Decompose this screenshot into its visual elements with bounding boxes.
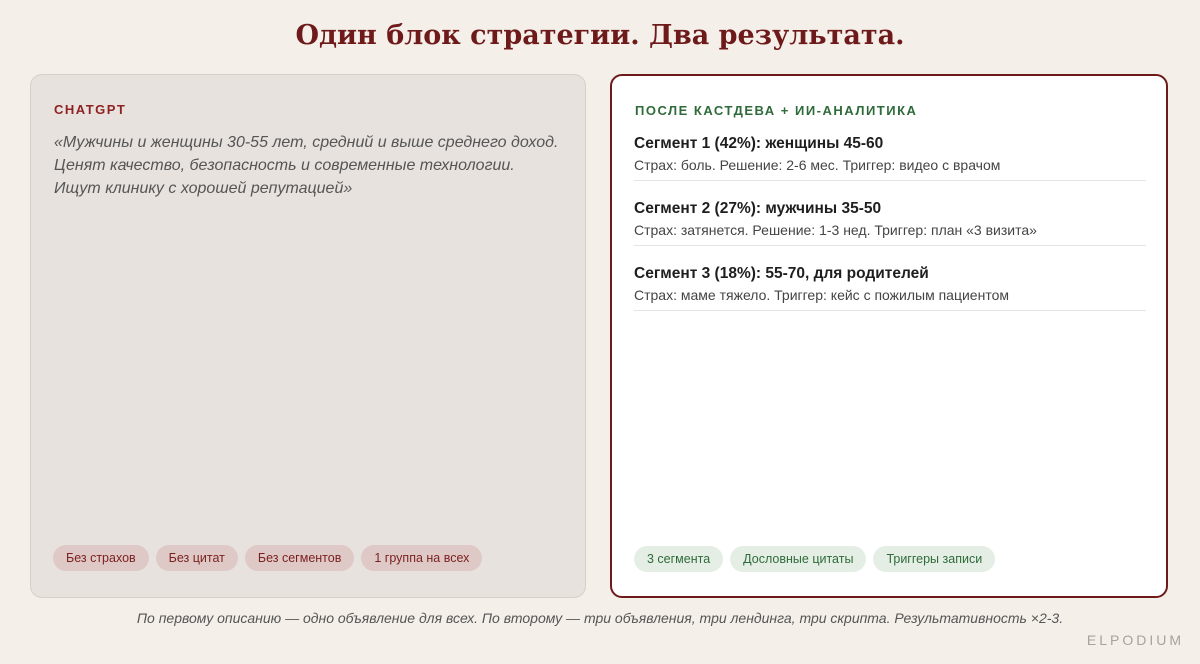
segment-title: Сегмент 3 (18%): 55-70, для родителей (634, 265, 929, 282)
segment-item: Сегмент 2 (27%): мужчины 35-50 Страх: за… (634, 195, 1146, 246)
segment-title: Сегмент 1 (42%): женщины 45-60 (634, 135, 884, 152)
tag: Триггеры записи (873, 546, 996, 572)
segment-description: Страх: маме тяжело. Триггер: кейс с пожи… (634, 287, 1009, 303)
tag: 1 группа на всех (361, 545, 483, 571)
custdev-card: ПОСЛЕ КАСТДЕВА + ИИ-АНАЛИТИКА Сегмент 1 … (610, 74, 1168, 598)
segment-list: Сегмент 1 (42%): женщины 45-60 Страх: бо… (634, 130, 1146, 325)
tag-list: 3 сегмента Дословные цитаты Триггеры зап… (634, 546, 996, 572)
tag: Без цитат (155, 545, 238, 571)
card-label: CHATGPT (54, 102, 127, 117)
segment-description: Страх: боль. Решение: 2-6 мес. Триггер: … (634, 157, 1001, 173)
segment-item: Сегмент 1 (42%): женщины 45-60 Страх: бо… (634, 130, 1146, 181)
audience-quote: «Мужчины и женщины 30-55 лет, средний и … (54, 134, 559, 197)
tag: Дословные цитаты (730, 546, 867, 572)
segment-title: Сегмент 2 (27%): мужчины 35-50 (634, 200, 882, 217)
tag: Без сегментов (244, 545, 355, 571)
page-title: Один блок стратегии. Два результата. (295, 20, 905, 51)
footnote: По первому описанию — одно объявление дл… (136, 610, 1064, 626)
tag: 3 сегмента (634, 546, 724, 572)
card-label: ПОСЛЕ КАСТДЕВА + ИИ-АНАЛИТИКА (635, 103, 918, 118)
tag: Без страхов (53, 545, 149, 571)
brand-logo: ELPODIUM (1086, 632, 1184, 648)
chatgpt-card: CHATGPT «Мужчины и женщины 30-55 лет, ср… (30, 74, 586, 598)
tag-list: Без страхов Без цитат Без сегментов 1 гр… (53, 545, 483, 571)
segment-item: Сегмент 3 (18%): 55-70, для родителей Ст… (634, 260, 1146, 311)
segment-description: Страх: затянется. Решение: 1-3 нед. Триг… (634, 222, 1037, 238)
